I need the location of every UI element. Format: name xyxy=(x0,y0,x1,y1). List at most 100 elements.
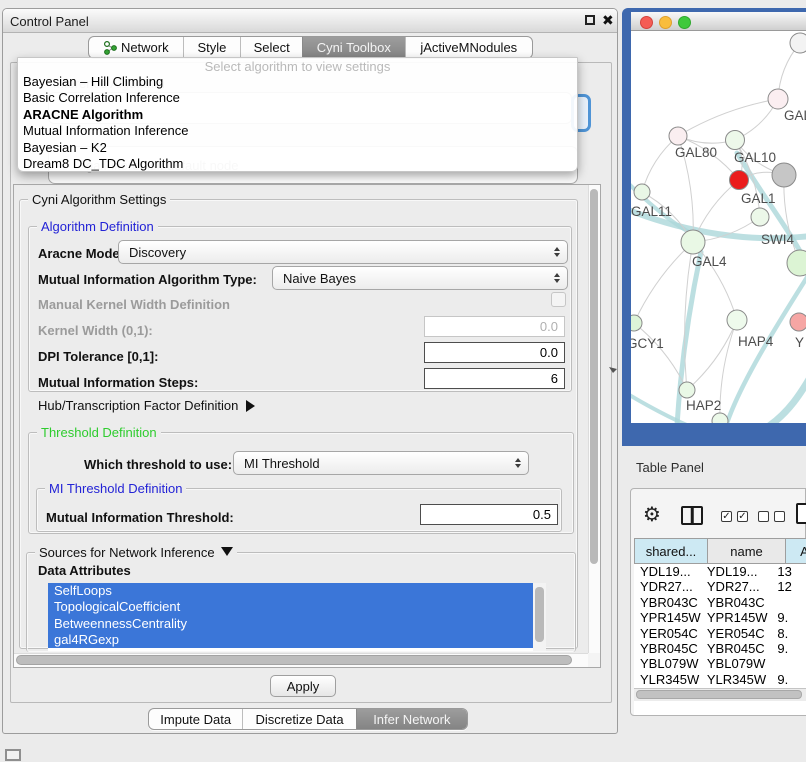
network-node[interactable] xyxy=(751,208,769,226)
dpi-tolerance-field[interactable]: 0.0 xyxy=(424,342,565,363)
tab-infer-network[interactable]: Infer Network xyxy=(356,709,467,729)
table-cell: YBR045C xyxy=(701,641,771,656)
network-node-gal11[interactable] xyxy=(634,184,650,200)
table-header-name[interactable]: name xyxy=(708,538,786,564)
tab-select[interactable]: Select xyxy=(240,37,302,58)
settings-vscrollbar-thumb[interactable] xyxy=(590,189,598,564)
aracne-mode-value: Discovery xyxy=(129,245,186,260)
minimize-traffic-icon[interactable] xyxy=(659,16,672,29)
deselect-columns-icon[interactable] xyxy=(758,511,769,522)
attribute-list-item[interactable]: BetweennessCentrality xyxy=(48,616,533,632)
gear-icon[interactable]: ⚙ xyxy=(643,502,661,526)
network-node-y[interactable] xyxy=(790,313,806,331)
tab-cyni-toolbox[interactable]: Cyni Toolbox xyxy=(302,37,405,58)
list-vscrollbar-thumb[interactable] xyxy=(535,587,544,642)
tab-style[interactable]: Style xyxy=(183,37,241,58)
attribute-list-item[interactable]: gal4RGexp xyxy=(48,632,533,648)
network-node-hap4[interactable] xyxy=(727,310,747,330)
zoom-traffic-icon[interactable] xyxy=(678,16,691,29)
network-edge xyxy=(687,320,737,390)
network-node-swi4[interactable] xyxy=(787,250,806,276)
attribute-list-item[interactable]: TopologicalCoefficient xyxy=(48,599,533,615)
algorithm-option[interactable]: Bayesian – K2 xyxy=(23,140,107,155)
which-threshold-value: MI Threshold xyxy=(244,456,320,471)
network-node-gal4[interactable] xyxy=(681,230,705,254)
aracne-mode-label: Aracne Mode: xyxy=(38,246,124,261)
node-label: GAL10 xyxy=(734,150,776,165)
algorithm-option[interactable]: ARACNE Algorithm xyxy=(23,107,143,122)
table-row[interactable]: YER054CYER054C8. xyxy=(634,626,806,641)
split-view-icon[interactable] xyxy=(681,506,703,525)
table-cell: 8. xyxy=(771,626,806,641)
table-header-shared[interactable]: shared... xyxy=(634,538,708,564)
network-node-hap2[interactable] xyxy=(679,382,695,398)
table-header-A[interactable]: A xyxy=(786,538,806,564)
algorithm-placeholder: Select algorithm to view settings xyxy=(18,59,577,74)
network-icon xyxy=(103,41,117,55)
list-vscrollbar[interactable] xyxy=(533,583,546,651)
table-row[interactable]: YLR345WYLR345W9. xyxy=(634,672,806,687)
tab-discretize-data[interactable]: Discretize Data xyxy=(242,709,355,729)
mi-threshold-group-title: MI Threshold Definition xyxy=(45,481,186,496)
table-row[interactable]: YBL079WYBL079W xyxy=(634,656,806,671)
network-node-gal10[interactable] xyxy=(726,131,745,150)
algorithm-definition-title: Algorithm Definition xyxy=(37,219,158,234)
settings-hscrollbar-thumb[interactable] xyxy=(16,655,572,665)
manual-kernel-checkbox[interactable] xyxy=(551,292,566,307)
dpi-tolerance-label: DPI Tolerance [0,1]: xyxy=(38,349,158,364)
network-node-gal[interactable] xyxy=(768,89,788,109)
table-row[interactable]: YDR27...YDR27...12 xyxy=(634,579,806,594)
algorithm-option[interactable]: Dream8 DC_TDC Algorithm xyxy=(23,156,183,171)
select-columns-icon[interactable]: ✓ xyxy=(737,511,748,522)
table-cell: YPR145W xyxy=(701,610,771,625)
apply-button[interactable]: Apply xyxy=(270,675,336,697)
select-columns-icon[interactable]: ✓ xyxy=(721,511,732,522)
network-view-titlebar[interactable] xyxy=(631,12,806,31)
tab-jactivemnodules[interactable]: jActiveMNodules xyxy=(405,37,532,58)
aracne-mode-select[interactable]: Discovery xyxy=(118,240,568,264)
table-cell: 9. xyxy=(771,641,806,656)
tab-network[interactable]: Network xyxy=(89,37,183,58)
algorithm-option[interactable]: Mutual Information Inference xyxy=(23,123,188,138)
mi-steps-field[interactable]: 6 xyxy=(424,368,565,389)
table-row[interactable]: YPR145WYPR145W9. xyxy=(634,610,806,625)
tab-label: jActiveMNodules xyxy=(420,40,517,55)
table-hscrollbar-thumb[interactable] xyxy=(636,690,802,699)
close-traffic-icon[interactable] xyxy=(640,16,653,29)
table-row[interactable]: YDL19...YDL19...13 xyxy=(634,564,806,579)
kernel-width-field[interactable]: 0.0 xyxy=(424,316,565,337)
tab-impute-data[interactable]: Impute Data xyxy=(149,709,242,729)
mi-threshold-field[interactable]: 0.5 xyxy=(420,504,558,525)
node-label: GAL4 xyxy=(692,254,727,269)
network-canvas[interactable]: GALGAL80GAL10GAL1GAL11SWI4GAL4GCY1HAP4YH… xyxy=(631,31,806,423)
attribute-list-item[interactable]: SelfLoops xyxy=(48,583,533,599)
threshold-definition-title: Threshold Definition xyxy=(37,425,161,440)
table-cell: YPR145W xyxy=(634,610,701,625)
float-window-icon[interactable] xyxy=(585,15,595,25)
collapsed-panel-icon[interactable] xyxy=(5,749,21,761)
table-row[interactable]: YBR043CYBR043C xyxy=(634,595,806,610)
table-bottom-strip xyxy=(634,701,806,715)
which-threshold-select[interactable]: MI Threshold xyxy=(233,451,529,475)
table-row[interactable]: YBR045CYBR045C9. xyxy=(634,641,806,656)
deselect-columns-icon[interactable] xyxy=(774,511,785,522)
algorithm-option[interactable]: Bayesian – Hill Climbing xyxy=(23,74,163,89)
table-cell: YER054C xyxy=(634,626,701,641)
network-node-gcy1[interactable] xyxy=(631,315,642,331)
hub-definition-expander[interactable]: Hub/Transcription Factor Definition xyxy=(38,398,255,413)
mi-type-select[interactable]: Naive Bayes xyxy=(272,266,568,290)
network-node-gal1[interactable] xyxy=(730,171,749,190)
network-node[interactable] xyxy=(712,413,728,423)
table-cell: YBR043C xyxy=(634,595,701,610)
network-node[interactable] xyxy=(772,163,796,187)
network-node-gal80[interactable] xyxy=(669,127,687,145)
new-column-icon[interactable] xyxy=(796,503,806,524)
network-node[interactable] xyxy=(790,33,806,53)
data-attributes-list[interactable]: SelfLoopsTopologicalCoefficientBetweenne… xyxy=(48,583,546,651)
network-graph: GALGAL80GAL10GAL1GAL11SWI4GAL4GCY1HAP4YH… xyxy=(631,31,806,423)
control-panel-titlebar[interactable] xyxy=(3,9,617,33)
table-rows[interactable]: YDL19...YDL19...13YDR27...YDR27...12YBR0… xyxy=(634,564,806,688)
algorithm-option[interactable]: Basic Correlation Inference xyxy=(23,90,180,105)
table-cell: YBR045C xyxy=(634,641,701,656)
close-icon[interactable]: ✖ xyxy=(602,12,614,29)
